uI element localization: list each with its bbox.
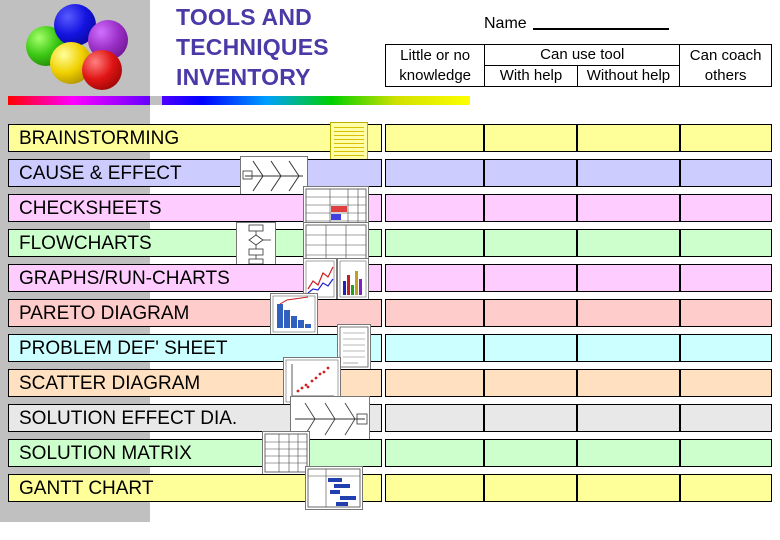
cell-little-or-no-knowledge[interactable] bbox=[385, 229, 484, 257]
name-input-line[interactable] bbox=[532, 14, 669, 30]
rating-cells-pareto-diagram bbox=[385, 299, 772, 327]
header-little-or-no-knowledge: Little or no knowledge bbox=[384, 44, 486, 87]
name-field-row: Name bbox=[484, 14, 669, 33]
thumbnail-bar-graph bbox=[337, 258, 369, 300]
cell-little-or-no-knowledge[interactable] bbox=[385, 299, 484, 327]
cell-can-coach-others[interactable] bbox=[680, 264, 772, 292]
thumbnail-fishbone-diagram bbox=[240, 156, 308, 196]
cell-without-help[interactable] bbox=[577, 369, 680, 397]
cell-without-help[interactable] bbox=[577, 159, 680, 187]
cell-without-help[interactable] bbox=[577, 194, 680, 222]
rating-cells-gantt-chart bbox=[385, 474, 772, 502]
inventory-page: TOOLS AND TECHNIQUES INVENTORY Name Litt… bbox=[0, 0, 780, 540]
red-sphere-icon bbox=[82, 50, 122, 90]
title-line-1: TOOLS AND bbox=[176, 4, 312, 30]
header-without-help: Without help bbox=[576, 65, 681, 87]
cell-little-or-no-knowledge[interactable] bbox=[385, 124, 484, 152]
row-label-brainstorming: BRAINSTORMING bbox=[8, 124, 382, 152]
row-label-cause-and-effect: CAUSE & EFFECT bbox=[8, 159, 382, 187]
cell-with-help[interactable] bbox=[484, 439, 577, 467]
cell-without-help[interactable] bbox=[577, 404, 680, 432]
cell-can-coach-others[interactable] bbox=[680, 159, 772, 187]
cell-can-coach-others[interactable] bbox=[680, 404, 772, 432]
cell-little-or-no-knowledge[interactable] bbox=[385, 194, 484, 222]
thumbnail-matrix-table bbox=[262, 431, 310, 475]
row-label-solution-matrix: SOLUTION MATRIX bbox=[8, 439, 382, 467]
cell-with-help[interactable] bbox=[484, 229, 577, 257]
cell-little-or-no-knowledge[interactable] bbox=[385, 439, 484, 467]
header-col1-line1: Little or no bbox=[400, 46, 471, 64]
header-col4-line2: others bbox=[704, 66, 747, 84]
rating-cells-solution-effect-dia bbox=[385, 404, 772, 432]
cell-with-help[interactable] bbox=[484, 194, 577, 222]
cell-little-or-no-knowledge[interactable] bbox=[385, 264, 484, 292]
header-col4-line1: Can coach bbox=[689, 46, 762, 64]
cell-without-help[interactable] bbox=[577, 439, 680, 467]
rainbow-divider-notch bbox=[150, 96, 162, 105]
rating-cells-problem-def-sheet bbox=[385, 334, 772, 362]
title-line-2: TECHNIQUES bbox=[176, 34, 329, 60]
cell-can-coach-others[interactable] bbox=[680, 194, 772, 222]
thumbnail-gantt-chart bbox=[305, 466, 363, 510]
header-with-help: With help bbox=[484, 65, 578, 87]
cell-little-or-no-knowledge[interactable] bbox=[385, 369, 484, 397]
rating-cells-brainstorming bbox=[385, 124, 772, 152]
cell-can-coach-others[interactable] bbox=[680, 124, 772, 152]
cell-can-coach-others[interactable] bbox=[680, 229, 772, 257]
cell-with-help[interactable] bbox=[484, 124, 577, 152]
column-header-table: Little or no knowledge Can use tool Can … bbox=[384, 44, 772, 87]
thumbnail-pareto-chart bbox=[270, 293, 318, 335]
rating-cells-graphs-run-charts bbox=[385, 264, 772, 292]
cell-can-coach-others[interactable] bbox=[680, 474, 772, 502]
cell-can-coach-others[interactable] bbox=[680, 334, 772, 362]
cell-without-help[interactable] bbox=[577, 334, 680, 362]
header-col1-line2: knowledge bbox=[399, 66, 471, 84]
rating-cells-solution-matrix bbox=[385, 439, 772, 467]
name-label: Name bbox=[484, 15, 527, 32]
header-can-use-tool: Can use tool bbox=[484, 44, 681, 66]
cell-little-or-no-knowledge[interactable] bbox=[385, 334, 484, 362]
cell-can-coach-others[interactable] bbox=[680, 369, 772, 397]
rating-cells-cause-and-effect bbox=[385, 159, 772, 187]
page-title: TOOLS AND TECHNIQUES INVENTORY bbox=[176, 2, 366, 92]
rating-cells-flowcharts bbox=[385, 229, 772, 257]
cell-with-help[interactable] bbox=[484, 159, 577, 187]
cell-little-or-no-knowledge[interactable] bbox=[385, 159, 484, 187]
thumbnail-sticky-note bbox=[330, 122, 368, 164]
thumbnail-flowchart bbox=[236, 222, 276, 266]
row-label-pareto-diagram: PARETO DIAGRAM bbox=[8, 299, 382, 327]
cell-with-help[interactable] bbox=[484, 474, 577, 502]
cell-with-help[interactable] bbox=[484, 369, 577, 397]
rating-cells-scatter-diagram bbox=[385, 369, 772, 397]
cell-without-help[interactable] bbox=[577, 299, 680, 327]
cell-with-help[interactable] bbox=[484, 334, 577, 362]
title-line-3: INVENTORY bbox=[176, 64, 311, 90]
cell-with-help[interactable] bbox=[484, 264, 577, 292]
cell-little-or-no-knowledge[interactable] bbox=[385, 474, 484, 502]
cell-without-help[interactable] bbox=[577, 474, 680, 502]
rating-cells-checksheets bbox=[385, 194, 772, 222]
cell-without-help[interactable] bbox=[577, 229, 680, 257]
cell-without-help[interactable] bbox=[577, 124, 680, 152]
cell-without-help[interactable] bbox=[577, 264, 680, 292]
cell-little-or-no-knowledge[interactable] bbox=[385, 404, 484, 432]
header-can-coach-others: Can coach others bbox=[679, 44, 772, 87]
cell-with-help[interactable] bbox=[484, 299, 577, 327]
cell-can-coach-others[interactable] bbox=[680, 439, 772, 467]
cell-can-coach-others[interactable] bbox=[680, 299, 772, 327]
rainbow-divider bbox=[8, 96, 470, 105]
thumbnail-problem-sheet bbox=[337, 324, 371, 370]
decorative-spheres-logo bbox=[16, 4, 132, 100]
cell-with-help[interactable] bbox=[484, 404, 577, 432]
